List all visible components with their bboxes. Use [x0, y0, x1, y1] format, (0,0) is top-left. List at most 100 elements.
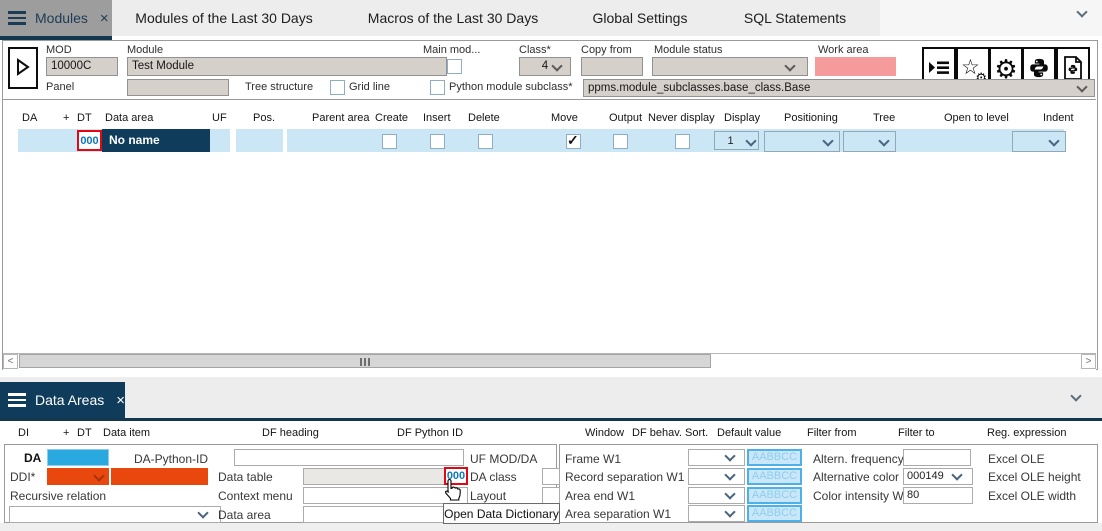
recursive-relation-select[interactable] — [9, 506, 221, 523]
tab-global-settings[interactable]: Global Settings — [580, 0, 700, 36]
col-output: Output — [609, 112, 642, 124]
color-intensity-input[interactable]: 80 — [903, 487, 973, 504]
da-class-label: DA class — [470, 470, 517, 484]
da-color-field[interactable] — [47, 449, 109, 466]
python-subclass-checkbox[interactable] — [430, 80, 445, 95]
python-icon — [1028, 57, 1050, 82]
row-never-display-checkbox[interactable] — [675, 134, 690, 149]
col2-window: Window — [585, 427, 624, 439]
data-table-input[interactable] — [303, 468, 448, 485]
tab-modules[interactable]: Modules × — [0, 0, 112, 36]
grip-icon — [364, 358, 366, 366]
tooltip: Open Data Dictionary — [443, 503, 560, 524]
ddi-field[interactable] — [111, 468, 208, 485]
da-class-input[interactable] — [542, 468, 560, 485]
col-create: Create — [375, 112, 408, 124]
python-subclass-select[interactable]: ppms.module_subclasses.base_class.Base — [583, 79, 1095, 97]
tab-macros-last-30-days[interactable]: Macros of the Last 30 Days — [350, 0, 556, 36]
run-list-icon — [928, 58, 950, 81]
main-mod-checkbox[interactable] — [447, 59, 462, 74]
class-select[interactable]: 4 — [519, 57, 571, 76]
cell-gap — [283, 129, 287, 152]
col2-default-value: Default value — [717, 427, 781, 439]
col2-df-behav: DF behav. — [632, 427, 682, 439]
excel-ole-height-label: Excel OLE height — [988, 470, 1081, 484]
col-data-area: Data area — [105, 112, 153, 124]
col2-sort: Sort. — [685, 427, 708, 439]
tab-sql-statements[interactable]: SQL Statements — [735, 0, 855, 36]
area-end-w1-label: Area end W1 — [565, 489, 635, 503]
tab-modules-last-30-days[interactable]: Modules of the Last 30 Days — [118, 0, 330, 36]
col-pos: Pos. — [253, 112, 275, 124]
col2-reg-expression: Reg. expression — [987, 427, 1067, 439]
frame-w1-label: Frame W1 — [565, 452, 621, 466]
row-delete-checkbox[interactable] — [478, 134, 493, 149]
col-move: Move — [551, 112, 578, 124]
area-sep-color-swatch[interactable]: AABBCC — [747, 505, 802, 522]
copy-from-field[interactable] — [581, 57, 643, 76]
col-dt: DT — [77, 112, 92, 124]
toolbar-divider — [3, 99, 1096, 100]
tab-modules-close-icon[interactable]: × — [100, 11, 109, 26]
scroll-thumb[interactable] — [19, 354, 711, 368]
module-field[interactable]: Test Module — [127, 57, 447, 76]
row-data-area-name[interactable]: No name — [102, 129, 210, 152]
app-window: Modules × Modules of the Last 30 Days Ma… — [0, 0, 1102, 531]
tab-data-areas[interactable]: Data Areas × — [0, 382, 125, 418]
panel-field[interactable] — [127, 79, 229, 96]
col-da: DA — [22, 112, 37, 124]
data-area-label: Data area — [218, 508, 271, 522]
add-row-button[interactable]: + — [63, 112, 69, 124]
col2-data-item: Data item — [103, 427, 150, 439]
hamburger-icon[interactable] — [8, 399, 26, 402]
frame-w1-select[interactable] — [688, 449, 745, 466]
mod-label: MOD — [46, 44, 72, 57]
play-icon — [16, 58, 30, 79]
area-separation-select[interactable] — [688, 505, 745, 522]
col-open-to-level: Open to level — [944, 112, 1009, 124]
alternative-color-select[interactable]: 000149 — [903, 468, 973, 485]
tree-structure-label: Tree structure — [245, 81, 313, 94]
row-insert-checkbox[interactable] — [430, 134, 445, 149]
bottom-tab-bar — [0, 377, 1102, 418]
scroll-right-button[interactable]: > — [1081, 354, 1096, 369]
hamburger-icon[interactable] — [8, 17, 26, 20]
tab-data-areas-close-icon[interactable]: × — [116, 393, 125, 408]
row-create-checkbox[interactable] — [382, 134, 397, 149]
col2-filter-to: Filter to — [898, 427, 935, 439]
tab-modules-label: Modules — [35, 10, 88, 26]
tab-data-areas-label: Data Areas — [35, 392, 104, 408]
star-gear-icon: ☆ ⚙ — [961, 57, 985, 81]
add-item-button[interactable]: + — [63, 427, 69, 439]
recursive-relation-label: Recursive relation — [10, 489, 106, 503]
layout-input[interactable] — [542, 487, 560, 504]
grid-line-checkbox[interactable] — [330, 80, 345, 95]
col-display: Display — [724, 112, 760, 124]
col2-filter-from: Filter from — [807, 427, 857, 439]
col-insert: Insert — [423, 112, 451, 124]
mod-field[interactable]: 10000C — [46, 57, 118, 76]
col2-di: DI — [18, 427, 29, 439]
area-end-select[interactable] — [688, 487, 745, 504]
record-separation-w1-label: Record separation W1 — [565, 470, 684, 484]
row-dt-code[interactable]: 000 — [77, 130, 102, 151]
panel-label: Panel — [46, 81, 74, 94]
module-status-label: Module status — [654, 44, 722, 57]
frame-color-swatch[interactable]: AABBCC — [747, 449, 802, 466]
record-separation-select[interactable] — [688, 468, 745, 485]
altern-frequency-input[interactable] — [903, 449, 971, 466]
work-area-field[interactable] — [815, 57, 896, 76]
row-move-checkbox[interactable] — [566, 134, 581, 149]
record-sep-color-swatch[interactable]: AABBCC — [747, 468, 802, 485]
col2-dt: DT — [77, 427, 92, 439]
altern-frequency-label: Altern. frequency — [813, 452, 904, 466]
df-heading-input[interactable] — [234, 449, 464, 466]
col-uf: UF — [212, 112, 227, 124]
col2-df-heading: DF heading — [262, 427, 319, 439]
row-output-checkbox[interactable] — [613, 134, 628, 149]
scroll-left-button[interactable]: < — [3, 354, 18, 369]
module-label: Module — [127, 44, 163, 57]
ddi-label: DDI* — [10, 470, 35, 484]
run-module-button[interactable] — [8, 47, 38, 89]
area-end-color-swatch[interactable]: AABBCC — [747, 487, 802, 504]
